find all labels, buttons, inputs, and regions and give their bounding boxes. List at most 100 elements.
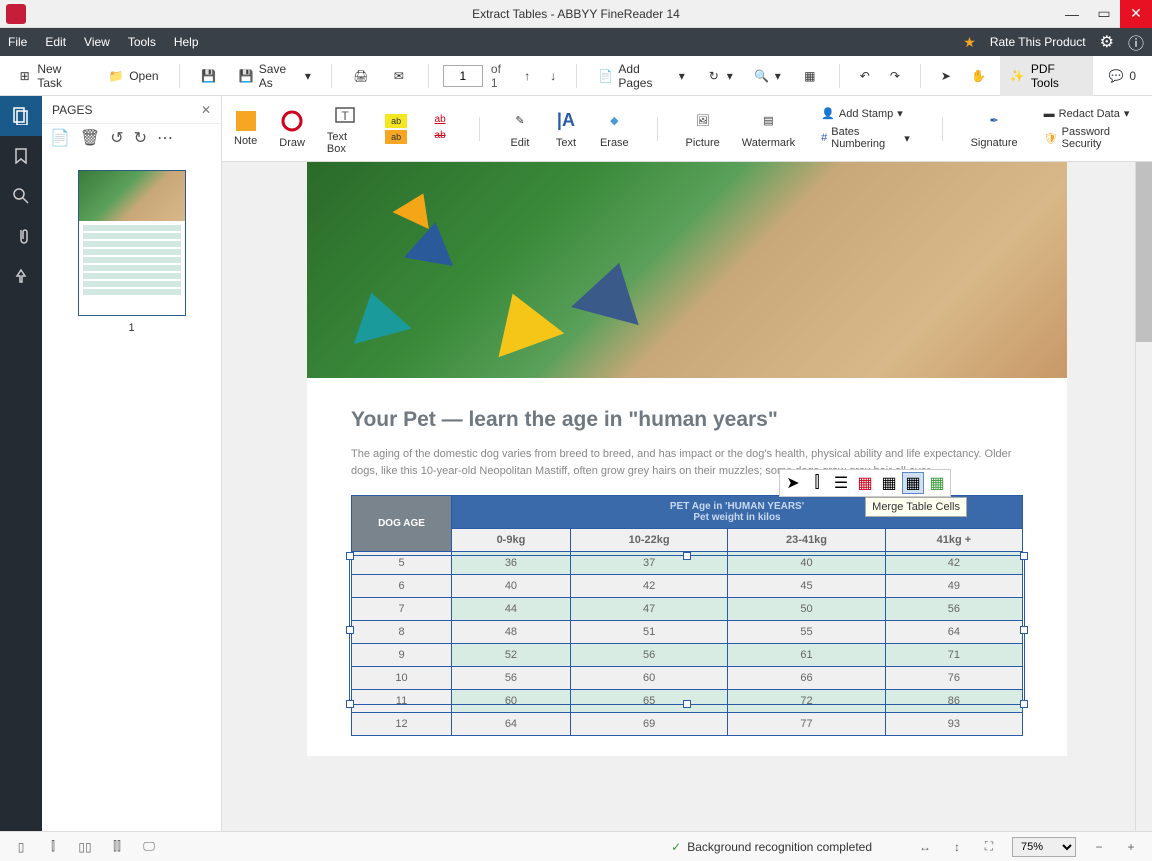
- pdf-tools-button[interactable]: ✨PDF Tools: [1000, 56, 1093, 96]
- view-facing-icon[interactable]: ⫿⫿: [108, 838, 126, 856]
- vtab-pages[interactable]: [0, 96, 42, 136]
- highlight-orange-icon[interactable]: ab: [385, 130, 407, 144]
- delete-page-icon[interactable]: 🗑: [80, 128, 100, 148]
- table-cell-age: 6: [352, 575, 452, 598]
- hand-button[interactable]: ✋: [965, 65, 992, 87]
- view-presentation-icon[interactable]: 🖵: [140, 838, 158, 856]
- fit-width-icon[interactable]: ↔: [916, 838, 934, 856]
- search-doc-button[interactable]: 🔍 ▾: [747, 63, 787, 89]
- page-thumbnail[interactable]: [78, 170, 186, 316]
- picture-tool[interactable]: 🖼Picture: [686, 109, 720, 149]
- vtab-bookmarks[interactable]: [0, 136, 42, 176]
- table-cell-age: 9: [352, 644, 452, 667]
- scroll-thumb[interactable]: [1136, 162, 1152, 342]
- table-row[interactable]: 744475056: [352, 598, 1023, 621]
- note-icon: [236, 111, 256, 131]
- pointer-button[interactable]: ➤: [935, 65, 957, 87]
- view-single-icon[interactable]: ▯: [12, 838, 30, 856]
- document-viewport[interactable]: 🐕🐈DOG & CAT Your Pet — learn the age in …: [222, 162, 1152, 831]
- strikethrough-icon[interactable]: ab: [429, 130, 451, 144]
- minimize-button[interactable]: —: [1056, 0, 1088, 28]
- table-row[interactable]: 536374042: [352, 552, 1023, 575]
- watermark-tool[interactable]: ▤Watermark: [742, 109, 795, 149]
- layout-button[interactable]: ▦: [795, 63, 825, 89]
- zoom-select[interactable]: 75%: [1012, 837, 1076, 857]
- underline-icon[interactable]: ab: [429, 114, 451, 128]
- menu-tools[interactable]: Tools: [128, 35, 156, 49]
- note-tool[interactable]: Note: [234, 111, 257, 147]
- zoom-out-button[interactable]: −: [1090, 838, 1108, 856]
- table-row[interactable]: 640424549: [352, 575, 1023, 598]
- erase-tool[interactable]: ◆Erase: [600, 109, 629, 149]
- new-task-button[interactable]: ⊞New Task: [10, 58, 93, 94]
- table-delete-button[interactable]: ▦: [854, 472, 876, 494]
- table-cell: 76: [885, 667, 1022, 690]
- add-stamp-button[interactable]: 👤Add Stamp ▾: [817, 105, 914, 122]
- gear-icon[interactable]: ⚙: [1100, 32, 1114, 52]
- page-number-input[interactable]: [443, 65, 483, 87]
- pages-panel-close[interactable]: ✕: [201, 103, 211, 117]
- text-tool[interactable]: |AText: [554, 109, 578, 149]
- text-icon: |A: [554, 109, 578, 133]
- star-icon: ★: [963, 34, 976, 51]
- menu-help[interactable]: Help: [174, 35, 199, 49]
- edit-tool[interactable]: ✎Edit: [508, 109, 532, 149]
- add-page-icon[interactable]: 📄: [50, 128, 70, 148]
- page-up-button[interactable]: ↑: [518, 65, 536, 87]
- table-split-v-button[interactable]: ⫿: [806, 472, 828, 494]
- table-row[interactable]: 1056606676: [352, 667, 1023, 690]
- table-pointer-button[interactable]: ➤: [782, 472, 804, 494]
- maximize-button[interactable]: ▭: [1088, 0, 1120, 28]
- table-row[interactable]: 952566171: [352, 644, 1023, 667]
- draw-tool[interactable]: Draw: [279, 109, 305, 149]
- table-row[interactable]: 1264697793: [352, 713, 1023, 736]
- table-row[interactable]: 1160657286: [352, 690, 1023, 713]
- titlebar: Extract Tables - ABBYY FineReader 14 — ▭…: [0, 0, 1152, 28]
- pet-age-table[interactable]: DOG AGE PET Age in 'HUMAN YEARS'Pet weig…: [351, 495, 1023, 736]
- menu-file[interactable]: File: [8, 35, 27, 49]
- view-continuous-icon[interactable]: ⫿: [44, 838, 62, 856]
- signature-tool[interactable]: ✒Signature: [971, 109, 1018, 149]
- view-two-page-icon[interactable]: ▯▯: [76, 838, 94, 856]
- table-merge-cells-button[interactable]: ▦: [902, 472, 924, 494]
- highlight-yellow-icon[interactable]: ab: [385, 114, 407, 128]
- textbox-tool[interactable]: TText Box: [327, 103, 363, 155]
- menu-edit[interactable]: Edit: [45, 35, 66, 49]
- table-cell-age: 8: [352, 621, 452, 644]
- save-as-button[interactable]: 💾Save As ▾: [232, 58, 317, 94]
- undo-button[interactable]: ↶: [854, 65, 876, 87]
- bates-numbering-button[interactable]: #Bates Numbering ▾: [817, 124, 914, 152]
- rotate-right-icon[interactable]: ↻: [134, 128, 147, 148]
- menu-view[interactable]: View: [84, 35, 110, 49]
- help-icon[interactable]: ⓘ: [1128, 30, 1144, 54]
- rotate-left-icon[interactable]: ↺: [110, 128, 123, 148]
- table-cell: 40: [452, 575, 571, 598]
- page-down-button[interactable]: ↓: [544, 65, 562, 87]
- comments-button[interactable]: 💬0: [1101, 63, 1142, 89]
- more-icon[interactable]: ⋯: [157, 128, 173, 148]
- fullscreen-icon[interactable]: ⛶: [980, 838, 998, 856]
- redact-data-button[interactable]: ▬Redact Data ▾: [1040, 105, 1140, 122]
- print-button[interactable]: 🖨: [346, 63, 376, 89]
- table-grid-button[interactable]: ▦: [926, 472, 948, 494]
- rate-product-link[interactable]: Rate This Product: [990, 35, 1086, 49]
- table-add-button[interactable]: ▦: [878, 472, 900, 494]
- vtab-signatures[interactable]: [0, 256, 42, 296]
- vtab-attachments[interactable]: [0, 216, 42, 256]
- vertical-scrollbar[interactable]: [1135, 162, 1152, 831]
- add-pages-button[interactable]: 📄Add Pages ▾: [591, 58, 691, 94]
- table-cell: 51: [570, 621, 727, 644]
- zoom-in-button[interactable]: +: [1122, 838, 1140, 856]
- rotate-button[interactable]: ↻ ▾: [699, 63, 739, 89]
- table-row[interactable]: 848515564: [352, 621, 1023, 644]
- email-button[interactable]: ✉: [384, 63, 414, 89]
- open-button[interactable]: 📁Open: [101, 63, 164, 89]
- close-button[interactable]: ✕: [1120, 0, 1152, 28]
- table-split-h-button[interactable]: ☰: [830, 472, 852, 494]
- password-security-button[interactable]: 🛡Password Security: [1040, 124, 1140, 152]
- save-button[interactable]: 💾: [194, 63, 224, 89]
- vtab-search[interactable]: [0, 176, 42, 216]
- thumbnail-table: [79, 221, 185, 301]
- redo-button[interactable]: ↷: [884, 65, 906, 87]
- fit-page-icon[interactable]: ↕: [948, 838, 966, 856]
